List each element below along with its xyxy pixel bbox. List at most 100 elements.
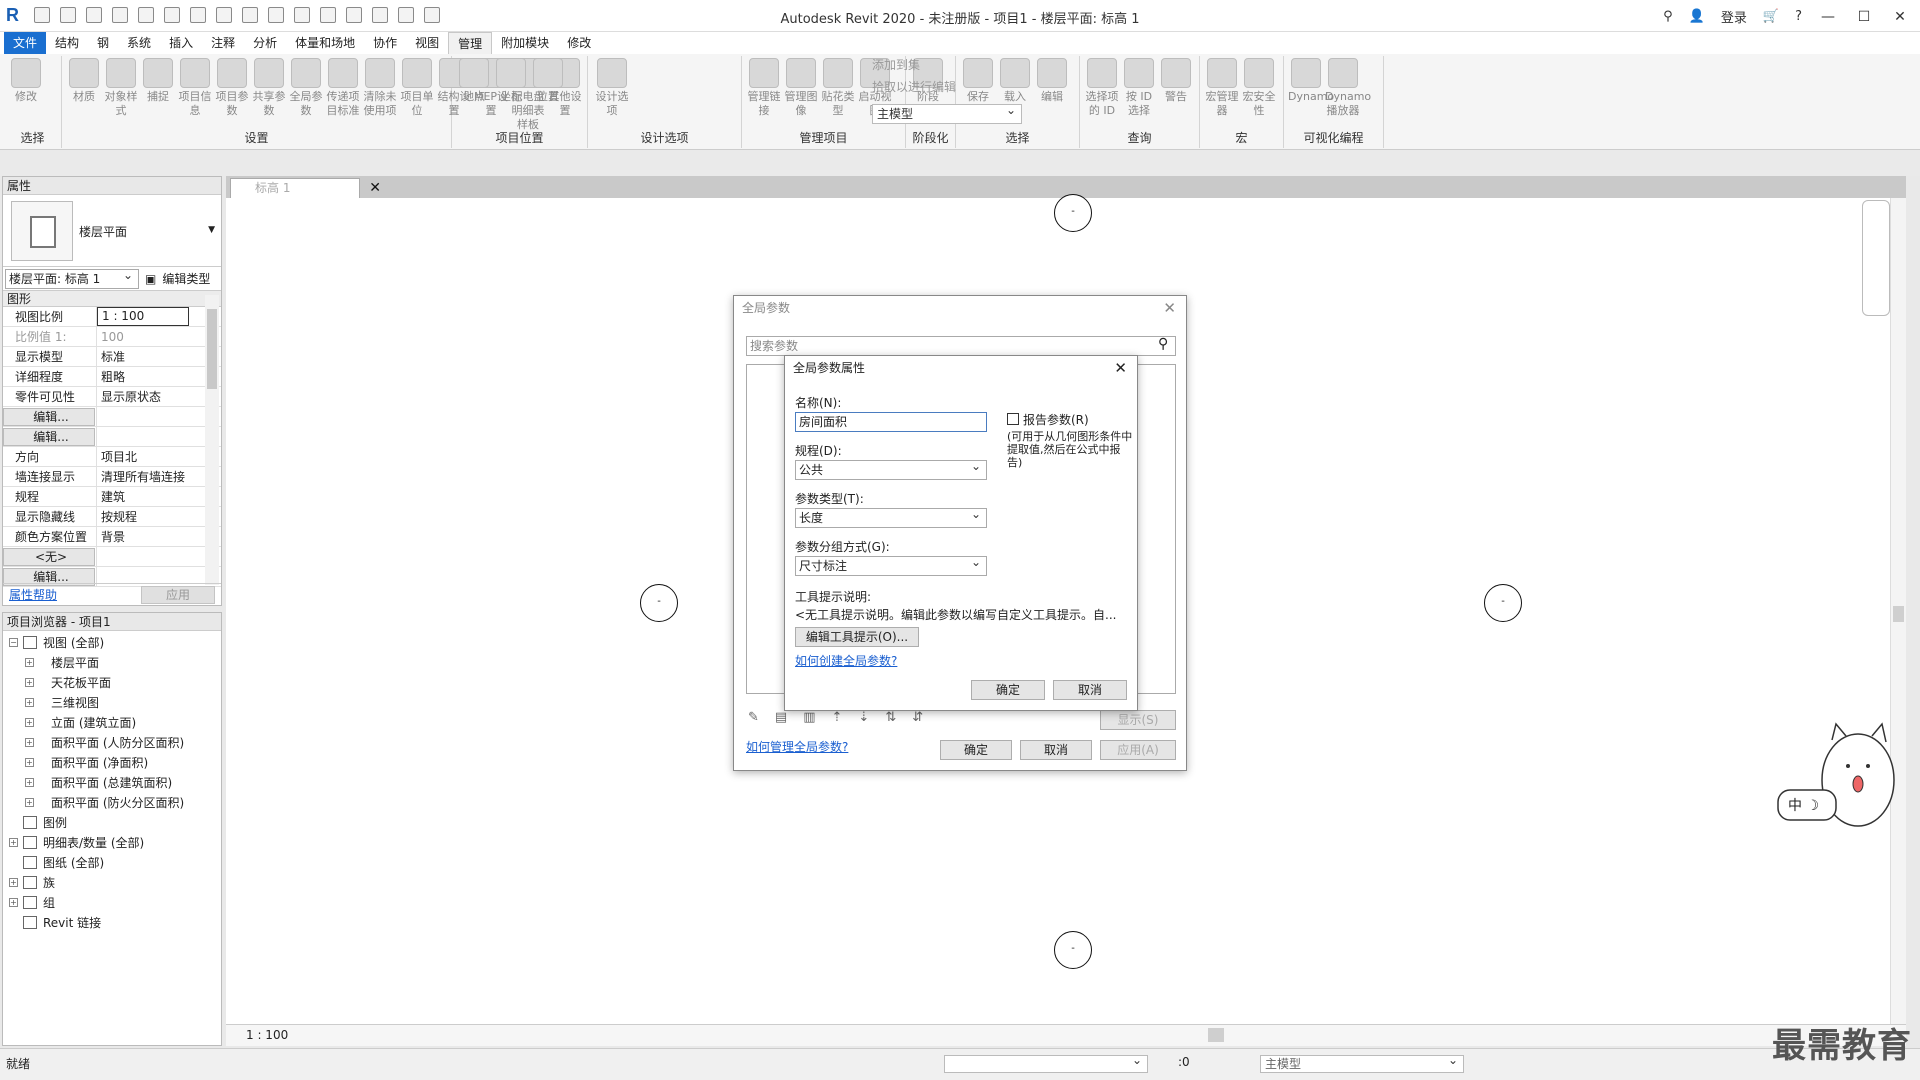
expand-icon[interactable]: + bbox=[25, 738, 34, 747]
report-parameter-checkbox[interactable] bbox=[1007, 413, 1019, 425]
ribbon-button-8-0[interactable]: 宏管理器 bbox=[1204, 58, 1240, 118]
pick-to-edit-button[interactable]: 拾取以进行编辑 bbox=[872, 76, 1022, 98]
properties-help-link[interactable]: 属性帮助 bbox=[9, 586, 57, 603]
ribbon-button-4-2[interactable]: 贴花类型 bbox=[820, 58, 856, 118]
tree-item[interactable]: + 三维视图 bbox=[3, 693, 221, 713]
property-value[interactable]: 编辑... bbox=[3, 408, 95, 426]
tree-item[interactable]: Revit 链接 bbox=[3, 913, 221, 933]
expand-icon[interactable]: + bbox=[25, 758, 34, 767]
ribbon-button-1-7[interactable]: 传递项目标准 bbox=[325, 58, 361, 118]
expand-icon[interactable]: + bbox=[25, 698, 34, 707]
delete-icon[interactable]: ▥ bbox=[803, 710, 815, 725]
elevation-marker-north[interactable]: - bbox=[1054, 194, 1092, 232]
ribbon-button-7-2[interactable]: 警告 bbox=[1158, 58, 1194, 104]
property-value[interactable]: 100 bbox=[97, 327, 189, 346]
ok-button[interactable]: 确定 bbox=[940, 740, 1012, 760]
sort-asc-icon[interactable]: ⇅ bbox=[885, 710, 896, 725]
property-value[interactable]: 按规程 bbox=[97, 507, 189, 526]
tab-2[interactable]: 钢 bbox=[88, 32, 118, 54]
tree-item[interactable]: 图纸 (全部) bbox=[3, 853, 221, 873]
ribbon-button-1-4[interactable]: 项目参数 bbox=[214, 58, 250, 118]
close-button[interactable]: ✕ bbox=[1890, 9, 1910, 25]
property-value[interactable]: 粗略 bbox=[97, 367, 189, 386]
cancel-button[interactable]: 取消 bbox=[1053, 680, 1127, 700]
vertical-scrollbar[interactable] bbox=[1890, 198, 1906, 1024]
maximize-button[interactable]: ☐ bbox=[1854, 9, 1874, 25]
horizontal-scroll-thumb[interactable] bbox=[1208, 1028, 1224, 1042]
ribbon-button-7-1[interactable]: 按 ID 选择 bbox=[1121, 58, 1157, 118]
tree-item[interactable]: + 面积平面 (总建筑面积) bbox=[3, 773, 221, 793]
tree-item[interactable]: 图例 bbox=[3, 813, 221, 833]
expand-icon[interactable]: + bbox=[25, 718, 34, 727]
ribbon-button-6-2[interactable]: 编辑 bbox=[1034, 58, 1070, 104]
tree-item[interactable]: + 组 bbox=[3, 893, 221, 913]
ribbon-button-1-2[interactable]: 捕捉 bbox=[140, 58, 176, 104]
close-icon[interactable]: ✕ bbox=[1163, 296, 1176, 320]
edit-type-button[interactable]: 编辑类型 bbox=[162, 270, 210, 287]
move-up-icon[interactable]: ⇡ bbox=[832, 710, 843, 725]
tab-11[interactable]: 附加模块 bbox=[492, 32, 558, 54]
tree-item[interactable]: + 楼层平面 bbox=[3, 653, 221, 673]
tab-12[interactable]: 修改 bbox=[558, 32, 600, 54]
tab-4[interactable]: 插入 bbox=[160, 32, 202, 54]
ribbon-button-1-6[interactable]: 全局参数 bbox=[288, 58, 324, 118]
close-icon[interactable]: ✕ bbox=[369, 179, 381, 197]
collapse-icon[interactable]: − bbox=[9, 638, 18, 647]
ribbon-button-4-0[interactable]: 管理链接 bbox=[746, 58, 782, 118]
property-value[interactable]: 项目北 bbox=[97, 447, 189, 466]
apply-button[interactable]: 应用(A) bbox=[1100, 740, 1176, 760]
ribbon-button-1-8[interactable]: 清除未使用项 bbox=[362, 58, 398, 118]
expand-icon[interactable]: + bbox=[25, 798, 34, 807]
new-parameter-icon[interactable]: ▤ bbox=[775, 710, 787, 725]
property-value[interactable]: 编辑... bbox=[3, 428, 95, 446]
elevation-marker-west[interactable]: - bbox=[640, 584, 678, 622]
type-selector[interactable]: 楼层平面 ▼ bbox=[3, 195, 221, 267]
ribbon-button-2-1[interactable]: 坐标 bbox=[493, 58, 529, 104]
property-value[interactable]: 标准 bbox=[97, 347, 189, 366]
tab-6[interactable]: 分析 bbox=[244, 32, 286, 54]
elevation-marker-east[interactable]: - bbox=[1484, 584, 1522, 622]
properties-scrollbar[interactable] bbox=[205, 295, 219, 585]
instance-select[interactable]: 楼层平面: 标高 1 bbox=[5, 266, 139, 289]
edit-type-icon[interactable]: ▣ bbox=[145, 272, 156, 286]
sort-desc-icon[interactable]: ⇵ bbox=[912, 710, 923, 725]
design-option-select[interactable]: 主模型 bbox=[872, 101, 1022, 124]
elevation-marker-south[interactable]: - bbox=[1054, 931, 1092, 969]
tree-item[interactable]: + 天花板平面 bbox=[3, 673, 221, 693]
ribbon-button-9-0[interactable]: Dynamo bbox=[1288, 58, 1334, 104]
user-icon[interactable]: 👤 bbox=[1689, 9, 1705, 24]
ribbon-button-1-5[interactable]: 共享参数 bbox=[251, 58, 287, 118]
chevron-down-icon[interactable]: ▼ bbox=[208, 225, 215, 235]
expand-icon[interactable]: + bbox=[9, 838, 18, 847]
tree-item[interactable]: + 面积平面 (净面积) bbox=[3, 753, 221, 773]
scrollbar-thumb[interactable] bbox=[1893, 606, 1904, 622]
ribbon-button-1-0[interactable]: 材质 bbox=[66, 58, 102, 104]
tab-5[interactable]: 注释 bbox=[202, 32, 244, 54]
tab-3[interactable]: 系统 bbox=[118, 32, 160, 54]
property-value[interactable]: <无> bbox=[3, 548, 95, 566]
category-graphics[interactable]: 图形 bbox=[3, 291, 221, 307]
expand-icon[interactable]: + bbox=[25, 658, 34, 667]
ribbon-button-0-0[interactable]: 修改 bbox=[8, 58, 44, 104]
view-scale[interactable]: 1 : 100 bbox=[246, 1028, 288, 1042]
cart-icon[interactable]: 🛒 bbox=[1763, 9, 1779, 24]
ribbon-button-1-3[interactable]: 项目信息 bbox=[177, 58, 213, 118]
binoculars-icon[interactable]: ⚲ bbox=[1663, 9, 1673, 24]
search-icon[interactable]: ⚲ bbox=[1158, 336, 1168, 352]
design-option-status-select[interactable]: 主模型 bbox=[1260, 1052, 1464, 1073]
ok-button[interactable]: 确定 bbox=[971, 680, 1045, 700]
parameter-type-select[interactable]: 长度 bbox=[795, 505, 987, 528]
apply-button[interactable]: 应用 bbox=[141, 585, 215, 604]
show-button[interactable]: 显示(S) bbox=[1100, 710, 1176, 730]
tab-10[interactable]: 管理 bbox=[448, 32, 493, 54]
tree-item[interactable]: + 面积平面 (人防分区面积) bbox=[3, 733, 221, 753]
tree-item[interactable]: + 明细表/数量 (全部) bbox=[3, 833, 221, 853]
tab-1[interactable]: 结构 bbox=[46, 32, 88, 54]
view-tab[interactable]: 标高 1 ✕ bbox=[230, 178, 381, 198]
create-global-params-link[interactable]: 如何创建全局参数? bbox=[795, 652, 897, 669]
tab-9[interactable]: 视图 bbox=[406, 32, 448, 54]
minimize-button[interactable]: — bbox=[1818, 9, 1838, 25]
ribbon-button-8-1[interactable]: 宏安全性 bbox=[1241, 58, 1277, 118]
ribbon-button-4-1[interactable]: 管理图像 bbox=[783, 58, 819, 118]
ribbon-button-7-0[interactable]: 选择项的 ID bbox=[1084, 58, 1120, 118]
